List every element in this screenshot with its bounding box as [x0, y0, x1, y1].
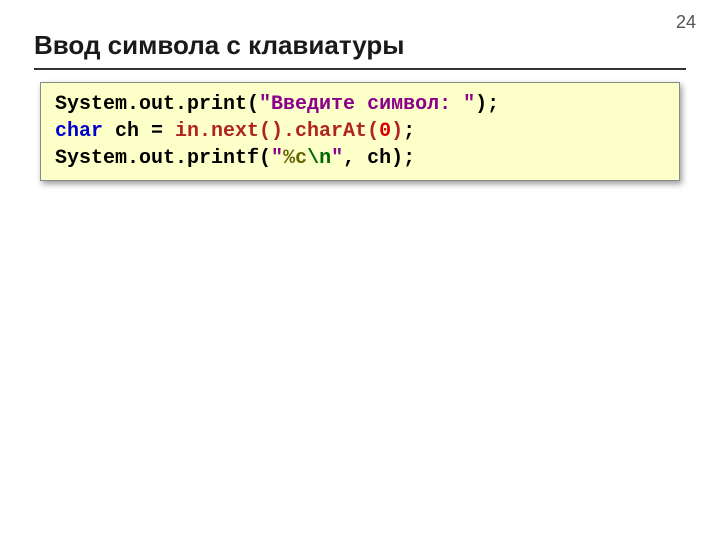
code-text: System.out.printf( — [55, 147, 271, 170]
code-escape: \n — [307, 147, 331, 170]
code-block: System.out.print("Введите символ: "); ch… — [40, 82, 680, 181]
slide: 24 Ввод символа с клавиатуры System.out.… — [0, 0, 720, 540]
code-text: , ch); — [343, 147, 415, 170]
code-string: "Введите символ: " — [259, 93, 475, 116]
page-number: 24 — [676, 12, 696, 33]
code-call: in.next().charAt( — [175, 120, 379, 143]
code-call: ) — [391, 120, 403, 143]
slide-title: Ввод символа с клавиатуры — [34, 30, 404, 61]
code-keyword: char — [55, 120, 103, 143]
code-text: ch = — [103, 120, 175, 143]
code-text: ); — [475, 93, 499, 116]
code-string: " — [331, 147, 343, 170]
title-underline — [34, 68, 686, 70]
code-text: System.out.print( — [55, 93, 259, 116]
code-text: ; — [403, 120, 415, 143]
code-string: " — [271, 147, 283, 170]
code-format: %c — [283, 147, 307, 170]
code-number: 0 — [379, 120, 391, 143]
